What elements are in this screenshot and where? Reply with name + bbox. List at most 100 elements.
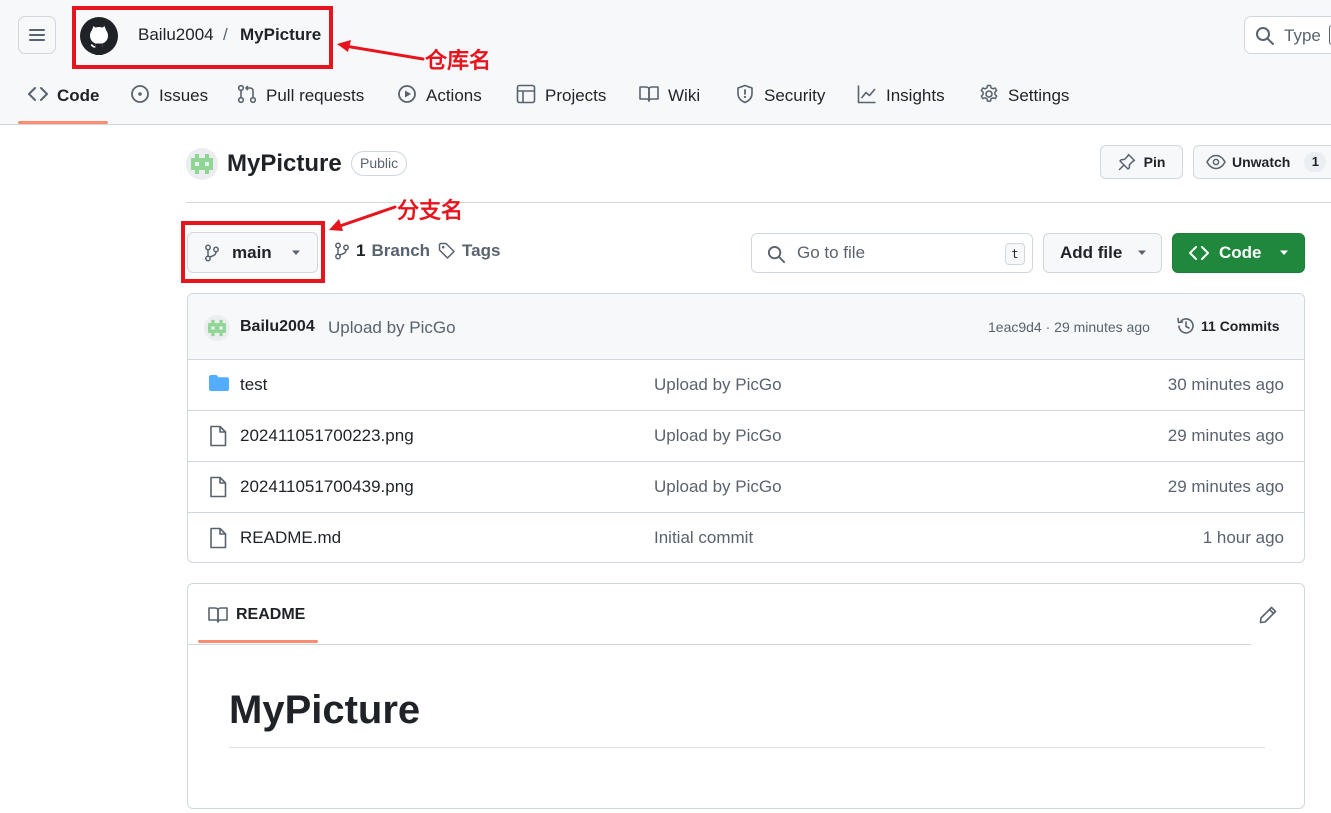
tab-label: Insights	[886, 86, 945, 105]
graph-icon	[857, 85, 876, 104]
commit-author[interactable]: Bailu2004	[240, 318, 315, 336]
file-row[interactable]: test Upload by PicGo 30 minutes ago	[188, 360, 1304, 411]
go-to-file-placeholder: Go to file	[797, 243, 866, 262]
tab-label: Settings	[1008, 86, 1070, 105]
tab-pull-requests[interactable]: Pull requests	[237, 80, 364, 124]
branch-icon	[335, 242, 349, 260]
play-icon	[398, 85, 416, 103]
commit-hash-time[interactable]: 1eac9d4 · 29 minutes ago	[988, 319, 1150, 335]
repo-name-arrow-icon	[337, 40, 425, 61]
file-commit-time: 29 minutes ago	[1167, 426, 1284, 445]
branch-name-arrow-icon	[329, 205, 397, 231]
global-search-input[interactable]: Type	[1244, 16, 1331, 54]
tab-label: Projects	[545, 86, 607, 105]
readme-divider	[188, 644, 1251, 645]
chevron-down-icon	[1138, 250, 1147, 255]
unwatch-label: Unwatch	[1232, 154, 1291, 170]
file-row[interactable]: 202411051700439.png Upload by PicGo 29 m…	[188, 462, 1304, 513]
repo-title[interactable]: MyPicture	[227, 150, 342, 178]
add-file-label: Add file	[1060, 243, 1123, 262]
tab-projects[interactable]: Projects	[516, 80, 606, 124]
menu-button[interactable]	[18, 16, 56, 54]
unwatch-button[interactable]: Unwatch 1	[1193, 145, 1331, 179]
tab-label: Issues	[159, 86, 209, 105]
branch-count-label: Branch	[371, 241, 431, 260]
tags-link[interactable]: Tags	[438, 241, 500, 261]
pin-button[interactable]: Pin	[1100, 145, 1183, 179]
go-to-file-input[interactable]: Go to file t	[751, 233, 1033, 273]
latest-commit-bar: Bailu2004 Upload by PicGo 1eac9d4 · 29 m…	[188, 294, 1304, 360]
visibility-badge: Public	[351, 151, 408, 176]
readme-heading: MyPicture	[229, 688, 421, 732]
file-commit-time: 1 hour ago	[1202, 528, 1284, 547]
file-row[interactable]: 202411051700223.png Upload by PicGo 29 m…	[188, 411, 1304, 462]
file-name[interactable]: README.md	[240, 528, 341, 548]
hamburger-icon	[29, 29, 45, 41]
edit-readme-button[interactable]	[1258, 605, 1278, 625]
active-tab-indicator	[198, 640, 318, 643]
file-commit-message[interactable]: Upload by PicGo	[654, 375, 782, 395]
file-name[interactable]: test	[240, 375, 267, 395]
tab-actions[interactable]: Actions	[397, 80, 482, 124]
file-commit-message[interactable]: Upload by PicGo	[654, 477, 782, 497]
code-button-label: Code	[1219, 243, 1262, 262]
repo-owner-avatar[interactable]	[186, 148, 218, 180]
book-icon	[639, 86, 659, 102]
branch-count-number: 1	[356, 241, 366, 260]
file-commit-time: 30 minutes ago	[1167, 375, 1284, 394]
pin-icon	[1118, 153, 1135, 171]
pin-label: Pin	[1143, 154, 1166, 170]
issue-icon	[131, 85, 149, 103]
commit-message[interactable]: Upload by PicGo	[328, 318, 456, 338]
folder-icon	[209, 375, 229, 391]
tab-issues[interactable]: Issues	[130, 80, 208, 124]
code-icon	[28, 87, 48, 101]
shortcut-key: t	[1005, 243, 1025, 265]
file-table: Bailu2004 Upload by PicGo 1eac9d4 · 29 m…	[187, 293, 1305, 563]
file-name[interactable]: 202411051700223.png	[240, 426, 414, 446]
branches-link[interactable]: 1 Branch	[334, 241, 430, 261]
tab-wiki[interactable]: Wiki	[639, 80, 700, 124]
readme-tab-label: README	[236, 606, 306, 623]
tab-label: Code	[57, 86, 100, 105]
file-commit-message[interactable]: Upload by PicGo	[654, 426, 782, 446]
eye-icon	[1206, 154, 1226, 170]
add-file-button[interactable]: Add file	[1043, 233, 1162, 273]
readme-tab[interactable]: README	[208, 606, 305, 624]
code-icon	[1189, 246, 1209, 260]
code-button[interactable]: Code	[1172, 233, 1305, 273]
shield-icon	[737, 84, 753, 104]
branch-name-highlight-box	[181, 221, 325, 283]
history-icon	[1177, 317, 1194, 334]
tab-insights[interactable]: Insights	[857, 80, 945, 124]
search-icon	[1256, 27, 1274, 45]
tag-icon	[438, 242, 455, 259]
commits-history-link[interactable]: 11 Commits	[1176, 316, 1280, 336]
tab-security[interactable]: Security	[735, 80, 825, 124]
book-icon	[208, 607, 228, 623]
pencil-icon	[1259, 606, 1277, 624]
search-placeholder: Type	[1284, 26, 1321, 45]
table-icon	[516, 84, 536, 104]
file-name[interactable]: 202411051700439.png	[240, 477, 414, 497]
commits-count: 11 Commits	[1201, 318, 1280, 334]
pull-request-icon	[237, 84, 257, 104]
commit-author-avatar[interactable]	[204, 315, 230, 341]
chevron-down-icon	[1279, 250, 1288, 255]
tab-settings[interactable]: Settings	[979, 80, 1069, 124]
active-tab-indicator	[18, 121, 108, 124]
file-row[interactable]: README.md Initial commit 1 hour ago	[188, 513, 1304, 562]
file-commit-message[interactable]: Initial commit	[654, 528, 753, 548]
gear-icon	[980, 84, 998, 102]
search-icon	[767, 245, 786, 264]
watcher-count: 1	[1304, 152, 1327, 172]
repo-name-annotation: 仓库名	[425, 49, 492, 74]
tab-label: Pull requests	[266, 86, 365, 105]
tab-label: Security	[764, 86, 826, 105]
tab-code[interactable]: Code	[28, 80, 100, 124]
tab-label: Actions	[426, 86, 482, 105]
branch-name-annotation: 分支名	[397, 199, 464, 224]
repo-name-highlight-box	[72, 6, 333, 69]
tags-label: Tags	[462, 241, 501, 260]
readme-heading-rule	[229, 747, 1265, 748]
